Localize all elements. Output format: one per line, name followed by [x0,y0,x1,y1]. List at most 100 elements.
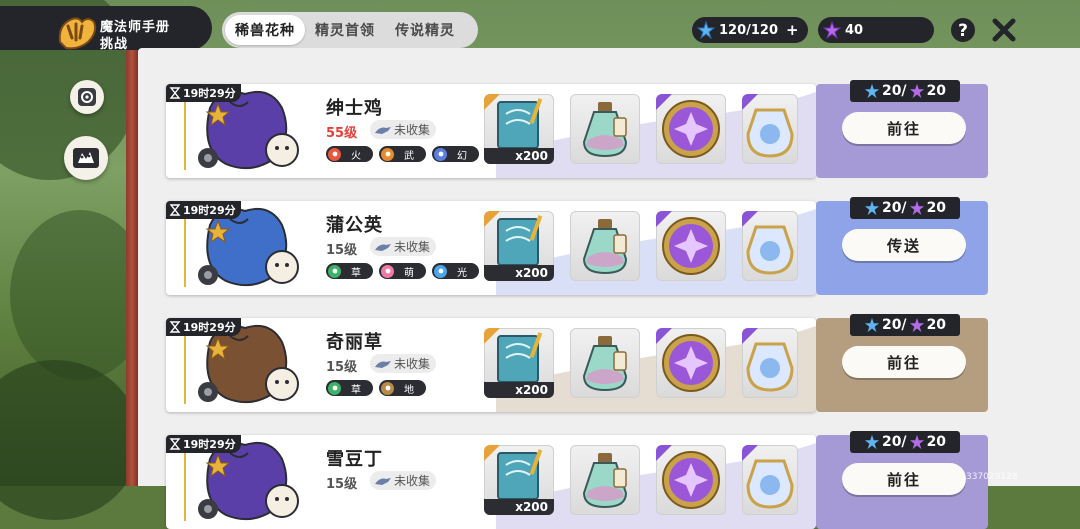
rarity-corner [742,211,758,227]
purple-star-icon [909,434,924,450]
go-button[interactable]: 前往 [842,112,966,144]
spirit-level: 15级 [326,243,358,258]
reward-item-purple-orb[interactable] [656,328,726,398]
collection-status-label: 未收集 [394,240,431,254]
spirit-level: 55级 [326,126,358,141]
go-button[interactable]: 传送 [842,229,966,261]
monster-card-icon [73,148,99,168]
blue-star-icon [864,200,880,216]
tab-rare-beast-flower[interactable]: 稀兽花种 [225,15,305,45]
blue-star-icon [864,83,880,99]
go-button[interactable]: 前往 [842,346,966,378]
element-types: 草 萌 光 [326,263,479,279]
close-button[interactable] [990,16,1018,44]
reward-item-element-potion[interactable] [742,328,798,398]
challenge-mode-button[interactable] [64,136,108,180]
target-map-button[interactable] [70,80,104,114]
element-icon [328,381,341,395]
rarity-corner [656,328,672,344]
timer-text: 19时29分 [183,321,236,334]
cost-gems: 20 [926,434,947,450]
element-type-tag: 萌 [379,263,426,279]
stamina-counter: 120/120 + [692,17,808,43]
reward-item-book[interactable]: x200 [484,94,554,164]
blue-star-icon [697,21,715,39]
element-type-label: 萌 [404,267,414,279]
go-button[interactable]: 前往 [842,463,966,495]
hourglass-icon [169,321,181,333]
hand-icon [375,244,391,251]
reward-item-book[interactable]: x200 [484,328,554,398]
reward-item-book[interactable]: x200 [484,445,554,515]
reward-item-element-potion[interactable] [742,211,798,281]
deco-line [184,332,186,404]
reward-item-potion[interactable] [570,94,640,164]
timer-badge: 19时29分 [166,201,241,219]
rarity-corner [484,328,500,344]
cost-stamina: 20/ [881,317,907,333]
item-count: x200 [484,265,554,281]
rarity-corner [484,445,500,461]
challenge-card[interactable]: 19时29分 绅士鸡 55级 未收集 火 武 幻 x200 [166,84,816,178]
deco-line [184,215,186,287]
element-type-tag: 草 [326,263,373,279]
element-icon [328,264,341,278]
stamina-value: 120/120 [719,22,779,38]
challenge-cost: 20/ 20 [850,197,960,219]
potion-icon [582,219,628,275]
element-types: 草 地 [326,380,426,396]
hourglass-icon [169,87,181,99]
collection-status: 未收集 [370,471,437,490]
hand-icon [375,127,391,134]
rarity-corner [656,94,672,110]
help-button[interactable]: ? [949,16,977,44]
gem-value: 40 [845,22,864,38]
potion-icon [582,102,628,158]
tab-spirit-boss[interactable]: 精灵首领 [305,15,385,45]
element-type-tag: 武 [379,146,426,162]
challenge-row: 19时29分 雪豆丁 15级 未收集 x200 20/ 20 前往 [166,431,988,529]
title-bar: 魔法师手册 挑战 [0,6,212,52]
potion-icon [582,336,628,392]
add-stamina-button[interactable]: + [786,21,799,39]
reward-item-purple-orb[interactable] [656,445,726,515]
item-count: x200 [484,499,554,515]
reward-item-potion[interactable] [570,211,640,281]
hand-icon [375,361,391,368]
action-panel: 20/ 20 前往 [816,314,988,412]
element-type-tag: 光 [432,263,479,279]
reward-item-book[interactable]: x200 [484,211,554,281]
purple-star-icon [909,83,924,99]
reward-item-potion[interactable] [570,445,640,515]
challenge-row: 19时29分 奇丽草 15级 未收集 草 地 x200 20/ 20 前往 [166,314,988,412]
reward-item-purple-orb[interactable] [656,94,726,164]
spirit-name: 蒲公英 [326,215,383,236]
element-types: 火 武 幻 [326,146,479,162]
rarity-corner [656,445,672,461]
blue-star-icon [864,434,880,450]
item-count: x200 [484,382,554,398]
rarity-corner [656,211,672,227]
challenge-row: 19时29分 蒲公英 15级 未收集 草 萌 光 x200 20/ 20 传送 [166,197,988,295]
hourglass-icon [169,438,181,450]
element-icon [381,381,394,395]
element-type-label: 光 [457,267,467,279]
timer-text: 19时29分 [183,438,236,451]
spirit-name: 绅士鸡 [326,98,383,119]
challenge-row: 19时29分 绅士鸡 55级 未收集 火 武 幻 x200 20/ 20 前往 [166,80,988,178]
reward-items: x200 [484,211,798,281]
reward-item-potion[interactable] [570,328,640,398]
collection-status: 未收集 [370,237,437,256]
challenge-card[interactable]: 19时29分 雪豆丁 15级 未收集 x200 [166,435,816,529]
tab-legendary-spirit[interactable]: 传说精灵 [385,15,465,45]
reward-item-purple-orb[interactable] [656,211,726,281]
reward-item-element-potion[interactable] [742,445,798,515]
challenge-card[interactable]: 19时29分 奇丽草 15级 未收集 草 地 x200 [166,318,816,412]
reward-items: x200 [484,94,798,164]
reward-item-element-potion[interactable] [742,94,798,164]
close-icon [992,18,1016,42]
challenge-card[interactable]: 19时29分 蒲公英 15级 未收集 草 萌 光 x200 [166,201,816,295]
element-type-tag: 草 [326,380,373,396]
cost-stamina: 20/ [881,83,907,99]
element-type-label: 幻 [457,150,467,162]
